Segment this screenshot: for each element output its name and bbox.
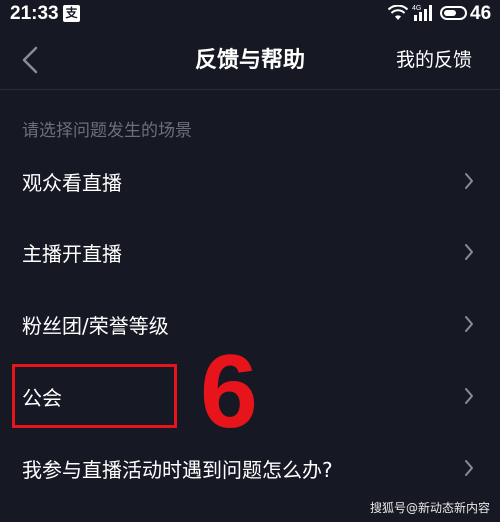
menu-item-label: 主播开直播 <box>22 242 122 266</box>
cellular-signal-icon: 4G <box>412 5 432 21</box>
highlight-box <box>12 364 177 428</box>
my-feedback-link[interactable]: 我的反馈 <box>396 45 472 72</box>
network-type-label: 4G <box>412 5 421 12</box>
section-label: 请选择问题发生的场景 <box>22 121 192 141</box>
status-bar: 21:33 支 4G 46 <box>0 0 500 30</box>
chevron-right-icon <box>465 460 473 476</box>
status-time: 21:33 <box>10 3 59 24</box>
feedback-help-screen: 21:33 支 4G 46 反馈与帮助 我的反馈 请选择问题发生的场景 观众看直… <box>0 0 500 522</box>
chevron-right-icon <box>465 388 473 404</box>
annotation-step-number: 6 <box>200 334 258 450</box>
battery-icon <box>440 6 467 20</box>
wifi-icon <box>388 5 408 20</box>
chevron-right-icon <box>465 173 473 189</box>
chevron-right-icon <box>465 244 473 260</box>
menu-item-label: 我参与直播活动时遇到问题怎么办? <box>22 458 333 482</box>
menu-item-host-live[interactable]: 主播开直播 <box>0 224 500 280</box>
menu-item-label: 观众看直播 <box>22 171 122 195</box>
app-notification-icon: 支 <box>63 5 80 22</box>
menu-item-label: 粉丝团/荣誉等级 <box>22 314 169 338</box>
chevron-right-icon <box>465 316 473 332</box>
header-divider <box>0 89 500 90</box>
battery-level: 46 <box>470 3 492 24</box>
menu-item-audience-watch[interactable]: 观众看直播 <box>0 153 500 209</box>
watermark: 搜狐号@新动态新内容 <box>369 501 490 515</box>
navigation-header: 反馈与帮助 我的反馈 <box>0 30 500 88</box>
